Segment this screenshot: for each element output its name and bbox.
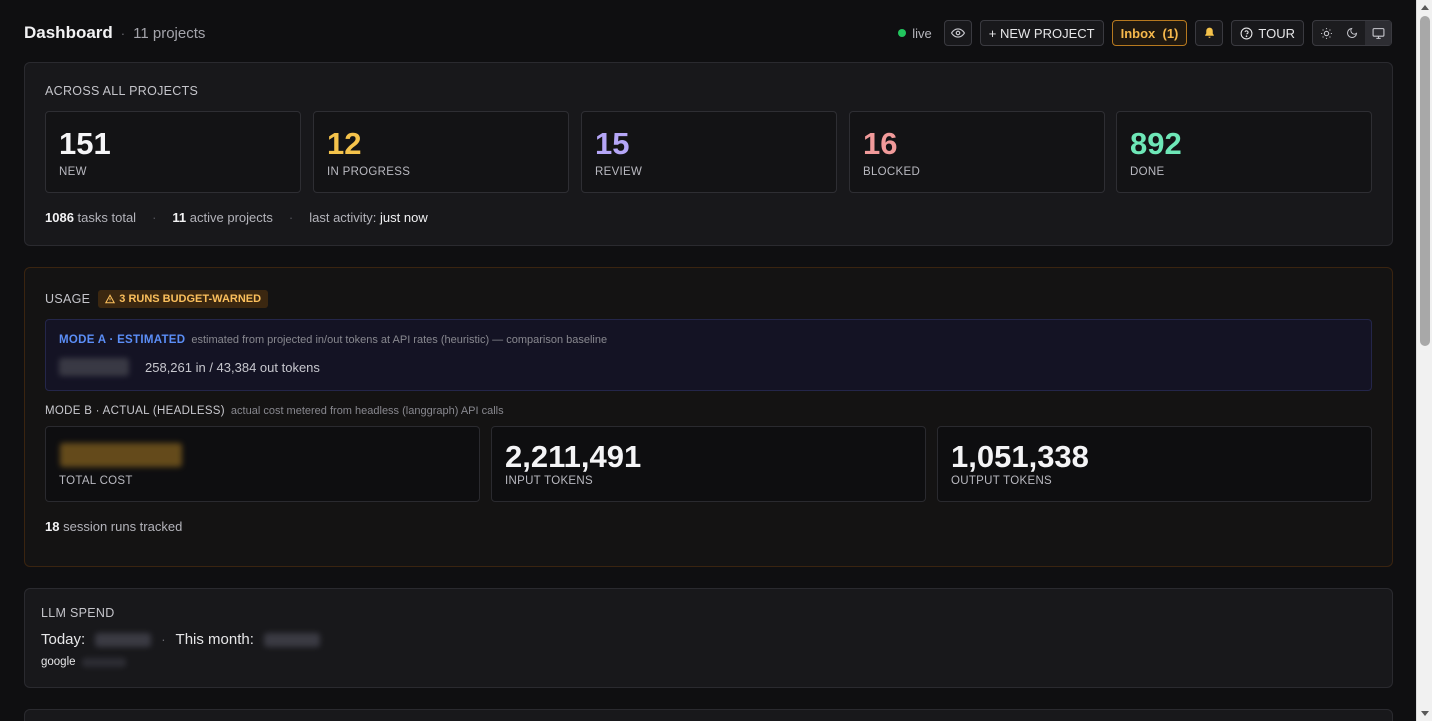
today-label: Today:	[41, 631, 86, 648]
live-status-dot	[898, 29, 907, 37]
last-activity: last activity: just now	[309, 210, 428, 225]
redacted-total-cost	[60, 443, 182, 467]
stat-value: 892	[1130, 126, 1182, 161]
new-project-button[interactable]: + NEW PROJECT	[979, 20, 1104, 46]
scroll-up-arrow[interactable]	[1421, 5, 1429, 10]
page-header: Dashboard · 11 projects live + NEW PROJE…	[24, 18, 1392, 48]
help-circle-icon	[1240, 27, 1253, 39]
summary-separator: ·	[152, 210, 157, 225]
input-tokens-value: 2,211,491	[505, 439, 642, 474]
theme-dark-button[interactable]	[1339, 21, 1365, 45]
summary-separator: ·	[288, 210, 294, 225]
theme-system-button[interactable]	[1365, 21, 1391, 45]
stat-card-review: 15 REVIEW	[581, 111, 837, 193]
stat-label: NEW	[59, 166, 87, 178]
title-separator: ·	[120, 26, 126, 41]
stat-value: 12	[327, 126, 362, 161]
stat-card-blocked: 16 BLOCKED	[849, 111, 1105, 193]
provider-row: google	[41, 656, 126, 668]
live-indicator: live	[898, 26, 932, 41]
bell-icon	[1205, 27, 1214, 38]
stat-card-done: 892 DONE	[1116, 111, 1372, 193]
tasks-total: 1086 tasks total	[45, 210, 137, 225]
input-tokens-card: 2,211,491 INPUT TOKENS	[491, 426, 926, 502]
mode-a-description: estimated from projected in/out tokens a…	[191, 334, 608, 346]
watch-button[interactable]	[943, 20, 972, 46]
project-count: 11 projects	[133, 25, 206, 42]
notifications-button[interactable]	[1195, 20, 1224, 46]
tour-label: TOUR	[1258, 25, 1295, 41]
spend-summary: Today: · This month:	[41, 631, 320, 648]
llm-spend-panel: LLM SPEND Today: · This month: google	[24, 588, 1393, 688]
spend-separator: ·	[161, 632, 166, 647]
stat-label: IN PROGRESS	[327, 166, 411, 178]
sun-icon	[1320, 27, 1332, 39]
redacted-today-spend	[95, 632, 152, 647]
header-actions: live + NEW PROJECT Inbox (1) TOUR	[898, 20, 1392, 46]
output-tokens-card: 1,051,338 OUTPUT TOKENS	[937, 426, 1372, 502]
next-panel	[24, 709, 1393, 721]
usage-section-label: USAGE	[45, 292, 91, 306]
mode-b-title: MODE B · ACTUAL (HEADLESS) actual cost me…	[45, 405, 504, 417]
active-projects: 11 active projects	[172, 210, 273, 225]
scroll-down-arrow[interactable]	[1421, 711, 1429, 716]
output-tokens-label: OUTPUT TOKENS	[951, 475, 1053, 487]
budget-warning-badge: 3 RUNS BUDGET-WARNED	[98, 290, 269, 308]
mode-a-box: MODE A · ESTIMATED estimated from project…	[45, 319, 1372, 391]
input-tokens-label: INPUT TOKENS	[505, 475, 593, 487]
provider-name: google	[41, 656, 76, 668]
redacted-month-spend	[263, 632, 320, 647]
live-label: live	[912, 25, 932, 41]
moon-icon	[1347, 27, 1358, 38]
page-scrollbar[interactable]	[1416, 0, 1432, 721]
stat-label: BLOCKED	[863, 166, 921, 178]
overview-summary: 1086 tasks total · 11 active projects · …	[45, 210, 428, 225]
stat-card-new: 151 NEW	[45, 111, 301, 193]
month-label: This month:	[175, 631, 254, 648]
title-group: Dashboard · 11 projects	[24, 23, 205, 43]
redacted-provider-spend	[81, 657, 126, 667]
usage-header: USAGE 3 RUNS BUDGET-WARNED	[45, 290, 269, 308]
inbox-button[interactable]: Inbox (1)	[1111, 20, 1188, 46]
eye-icon	[950, 28, 965, 38]
output-tokens-value: 1,051,338	[951, 439, 1089, 474]
scroll-thumb[interactable]	[1420, 16, 1430, 346]
mode-b-description: actual cost metered from headless (langg…	[230, 405, 504, 417]
llm-spend-section-label: LLM SPEND	[41, 606, 115, 620]
monitor-icon	[1372, 27, 1384, 39]
warning-icon	[105, 294, 116, 304]
stat-value: 151	[59, 126, 111, 161]
inbox-label: Inbox	[1120, 25, 1156, 41]
total-cost-label: TOTAL COST	[59, 475, 133, 487]
overview-section-label: ACROSS ALL PROJECTS	[45, 84, 199, 98]
stat-value: 15	[595, 126, 630, 161]
redacted-estimated-cost	[59, 358, 129, 376]
session-runs: 18 session runs tracked	[45, 519, 183, 534]
mode-a-values: 258,261 in / 43,384 out tokens	[59, 358, 320, 376]
theme-switcher	[1312, 20, 1392, 46]
stat-label: DONE	[1130, 166, 1165, 178]
theme-light-button[interactable]	[1313, 21, 1339, 45]
tour-button[interactable]: TOUR	[1231, 20, 1304, 46]
usage-panel: USAGE 3 RUNS BUDGET-WARNED MODE A · ESTI…	[24, 267, 1393, 567]
stat-label: REVIEW	[595, 166, 643, 178]
mode-a-title: MODE A · ESTIMATED estimated from project…	[59, 334, 608, 346]
total-cost-card: TOTAL COST	[45, 426, 480, 502]
stat-value: 16	[863, 126, 898, 161]
mode-a-tokens: 258,261 in / 43,384 out tokens	[145, 359, 320, 375]
inbox-count: (1)	[1162, 25, 1179, 41]
stat-card-in-progress: 12 IN PROGRESS	[313, 111, 569, 193]
overview-panel: ACROSS ALL PROJECTS 151 NEW 12 IN PROGRE…	[24, 62, 1393, 246]
page-title: Dashboard	[24, 23, 113, 42]
